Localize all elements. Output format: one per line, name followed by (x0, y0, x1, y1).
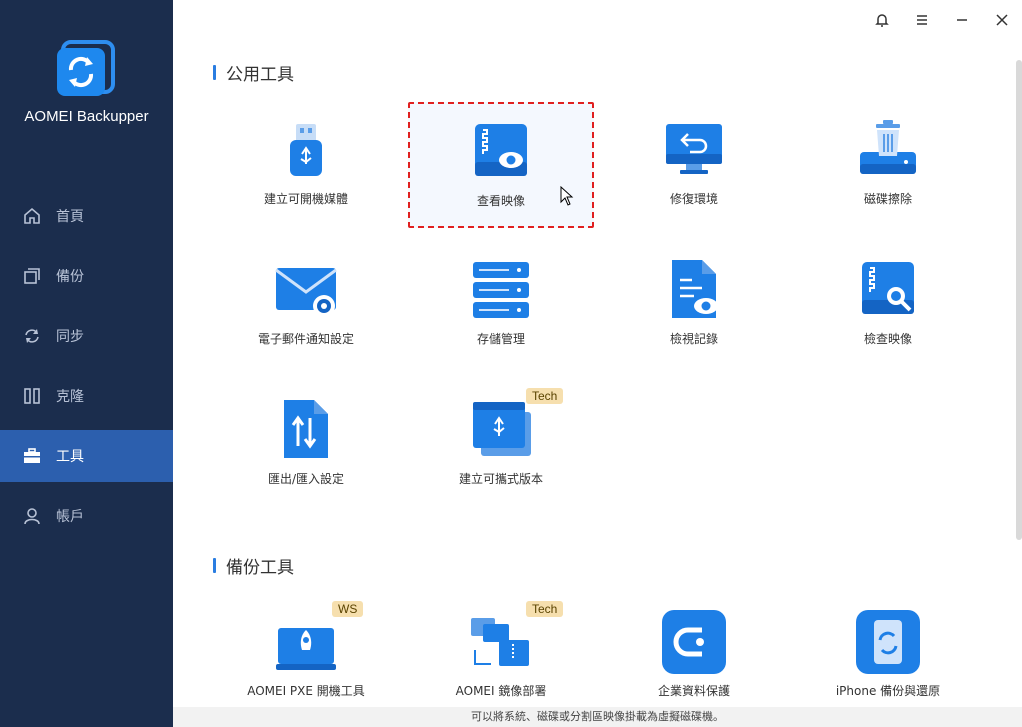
tech-badge: Tech (526, 601, 564, 617)
sidebar-item-tools[interactable]: 工具 (0, 430, 173, 482)
bell-icon[interactable] (862, 8, 902, 32)
email-settings-icon (274, 258, 338, 322)
tool-label: iPhone 備份與還原 (835, 684, 941, 698)
scrollbar[interactable] (1016, 60, 1022, 540)
window-controls (862, 8, 1022, 32)
tool-iphone-backup[interactable]: iPhone 備份與還原 (795, 594, 981, 720)
tool-label: 電子郵件通知設定 (257, 332, 354, 346)
tool-label: 匯出/匯入設定 (267, 472, 345, 486)
export-import-icon (274, 398, 338, 462)
tool-disk-wipe[interactable]: 磁碟擦除 (795, 102, 981, 228)
usb-icon (274, 118, 338, 182)
sidebar-item-label: 首頁 (56, 209, 84, 225)
section-title-backup-tools: 備份工具 (213, 553, 294, 578)
aomei-logo-icon (55, 40, 115, 98)
tool-export-import-settings[interactable]: 匯出/匯入設定 (213, 382, 399, 508)
close-icon[interactable] (982, 8, 1022, 32)
tool-view-logs[interactable]: 檢視記錄 (601, 242, 787, 368)
tool-label: 建立可開機媒體 (263, 192, 348, 206)
tool-create-portable-version[interactable]: 建立可攜式版本 (408, 382, 594, 508)
tool-recovery-environment[interactable]: 修復環境 (601, 102, 787, 228)
backup-icon (22, 266, 42, 286)
status-bar: 可以將系統、磁碟或分割區映像掛載為虛擬磁碟機。 (173, 707, 1022, 727)
tool-image-deploy[interactable]: AOMEI 鏡像部署 (408, 594, 594, 720)
tool-label: AOMEI 鏡像部署 (455, 684, 547, 698)
tool-email-notification-settings[interactable]: 電子郵件通知設定 (213, 242, 399, 368)
tool-storage-management[interactable]: 存儲管理 (408, 242, 594, 368)
tool-create-bootable-media[interactable]: 建立可開機媒體 (213, 102, 399, 228)
minimize-icon[interactable] (942, 8, 982, 32)
clone-icon (22, 386, 42, 406)
centralized-backup-icon (662, 610, 726, 674)
mouse-cursor-icon (560, 185, 574, 210)
sidebar-item-home[interactable]: 首頁 (0, 190, 173, 242)
sidebar-item-backup[interactable]: 備份 (0, 250, 173, 302)
tool-label: 建立可攜式版本 (458, 472, 543, 486)
sync-icon (22, 326, 42, 346)
sidebar-item-sync[interactable]: 同步 (0, 310, 173, 362)
sidebar-item-clone[interactable]: 克隆 (0, 370, 173, 422)
section-title-public-tools: 公用工具 (213, 60, 294, 85)
user-icon (22, 506, 42, 526)
storage-icon (469, 258, 533, 322)
sidebar-item-label: 備份 (56, 269, 84, 285)
home-icon (22, 206, 42, 226)
disk-wipe-icon (856, 118, 920, 182)
sidebar-nav: 首頁 備份 同步 克隆 工具 帳戶 (0, 190, 173, 550)
portable-icon (469, 398, 533, 462)
section-title-text: 公用工具 (226, 65, 294, 85)
sidebar-item-account[interactable]: 帳戶 (0, 490, 173, 542)
tool-check-image[interactable]: 檢查映像 (795, 242, 981, 368)
sidebar-item-label: 工具 (56, 449, 84, 465)
sidebar: AOMEI Backupper 首頁 備份 同步 克隆 工具 帳戶 (0, 0, 173, 727)
tool-label: 存儲管理 (476, 332, 525, 346)
sidebar-item-label: 克隆 (56, 389, 84, 405)
tech-badge: Tech (526, 388, 564, 404)
section-bar (213, 558, 216, 573)
check-image-icon (856, 258, 920, 322)
tool-label: 檢查映像 (863, 332, 912, 346)
app-name: AOMEI Backupper (24, 108, 149, 125)
tool-label: 修復環境 (669, 192, 718, 206)
image-deploy-icon (469, 610, 533, 674)
iphone-backup-icon (856, 610, 920, 674)
main-panel: 公用工具 建立可開機媒體 查看映像 修復環境 磁碟擦除 電子郵件通知設定 存儲管… (173, 0, 1022, 727)
tool-label: 檢視記錄 (669, 332, 718, 346)
toolbox-icon (22, 446, 42, 466)
tool-label: 查看映像 (476, 194, 525, 208)
explore-image-icon (469, 120, 533, 184)
section-bar (213, 65, 216, 80)
menu-icon[interactable] (902, 8, 942, 32)
tool-pxe-boot[interactable]: AOMEI PXE 開機工具 (213, 594, 399, 720)
logs-icon (662, 258, 726, 322)
pxe-icon (274, 610, 338, 674)
ws-badge: WS (332, 601, 364, 617)
recovery-env-icon (662, 118, 726, 182)
sidebar-item-label: 同步 (56, 329, 84, 345)
tool-label: AOMEI PXE 開機工具 (247, 684, 365, 698)
section-title-text: 備份工具 (226, 558, 294, 578)
tool-label: 磁碟擦除 (863, 192, 912, 206)
tool-centralized-backup[interactable]: 企業資料保護 (601, 594, 787, 720)
tool-label: 企業資料保護 (657, 684, 730, 698)
sidebar-item-label: 帳戶 (56, 509, 84, 525)
